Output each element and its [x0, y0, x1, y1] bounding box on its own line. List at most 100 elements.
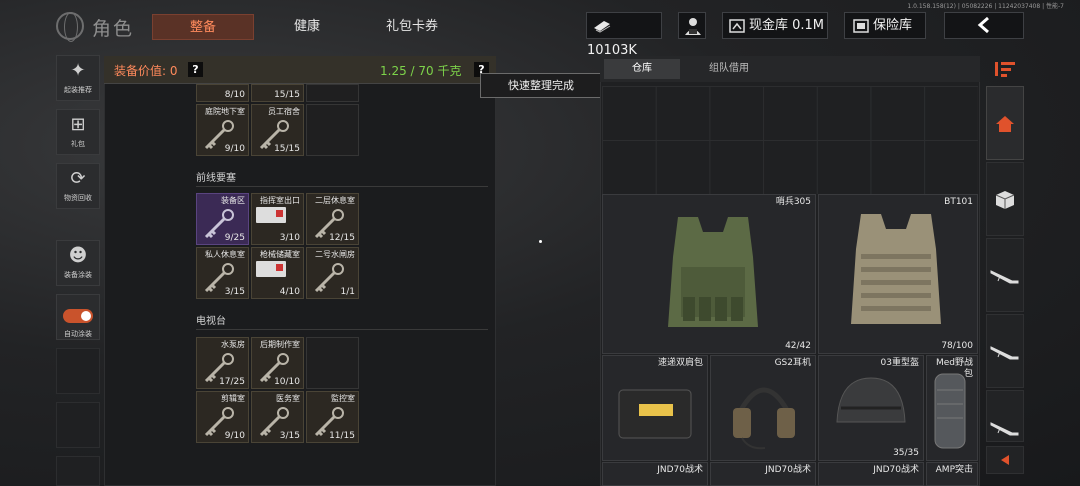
chevron-left-icon — [977, 16, 989, 34]
key-slot[interactable]: 员工宿舍 15/15 — [251, 104, 304, 156]
key-slot[interactable]: 水泵房 17/25 — [196, 337, 249, 389]
headset-icon — [733, 387, 795, 450]
key-slot[interactable]: 監控室 11/15 — [306, 391, 359, 443]
helmet-icon — [836, 377, 906, 423]
key-count: 17/25 — [219, 377, 245, 387]
key-slot[interactable]: 二层休息室 12/15 — [306, 193, 359, 245]
key-count: 10/10 — [274, 377, 300, 387]
safe-label: 保险库 — [873, 18, 913, 33]
key-count: 3/10 — [279, 233, 300, 243]
key-slot[interactable]: 装备区 9/25 — [196, 193, 249, 245]
gift-button[interactable]: ⊞ 礼包 — [56, 109, 100, 155]
rifle-icon — [990, 422, 1019, 436]
tab-warehouse[interactable]: 仓库 — [604, 59, 680, 79]
weapon-item[interactable]: JND70战术 — [710, 462, 816, 486]
key-slot[interactable]: 8/10 — [196, 84, 249, 102]
nav-weapon[interactable] — [986, 390, 1024, 442]
item-name: JND70战术 — [657, 465, 703, 475]
arrow-left-icon — [1001, 455, 1009, 465]
home-icon — [996, 116, 1014, 132]
key-name: 私人休息室 — [205, 250, 245, 259]
safe-icon — [853, 18, 869, 33]
weapon-item[interactable]: AMP突击 — [926, 462, 978, 486]
cash-vault-label: 现金库 0.1M — [749, 18, 825, 33]
key-name: 剪辑室 — [221, 394, 245, 403]
tab-loadout[interactable]: 整备 — [152, 14, 254, 40]
tab-gift-coupons[interactable]: 礼包卡券 — [360, 14, 464, 40]
key-name: 医务室 — [276, 394, 300, 403]
armor-item[interactable]: BT101 78/100 — [818, 194, 978, 354]
med-pouch-icon — [934, 373, 966, 449]
key-count: 9/10 — [224, 431, 245, 441]
item-name: 哨兵305 — [775, 197, 811, 207]
key-name: 后期制作室 — [260, 340, 300, 349]
item-name: JND70战术 — [765, 465, 811, 475]
nav-collapse[interactable] — [986, 446, 1024, 474]
back-button[interactable] — [944, 12, 1024, 39]
key-slot[interactable]: 指挥室出口 3/10 — [251, 193, 304, 245]
recycle-label: 物资回收 — [64, 194, 92, 202]
section-title: 电视台 — [196, 316, 226, 327]
currency-chip[interactable]: 10103K — [586, 12, 662, 58]
key-name: 水泵房 — [221, 340, 245, 349]
version-text: 1.0.158.158(12) | 05082226 | 11242037408… — [907, 3, 1064, 10]
item-name: 03重型盔 — [880, 358, 919, 368]
key-name: 指挥室出口 — [260, 196, 300, 205]
paint-button[interactable]: ☻ 装备涂装 — [56, 240, 100, 286]
item-name: BT101 — [944, 197, 973, 207]
helmet-item[interactable]: 03重型盔 35/35 — [818, 355, 924, 461]
nav-weapon[interactable] — [986, 238, 1024, 312]
page-title: 角色 — [92, 18, 135, 40]
vest-item[interactable]: 哨兵305 42/42 — [602, 194, 816, 354]
weight-label: 1.25 / 70 千克 — [380, 64, 462, 78]
key-slot[interactable]: 私人休息室 3/15 — [196, 247, 249, 299]
warehouse-grid — [602, 86, 978, 194]
help-icon[interactable]: ? — [188, 62, 203, 77]
avatar-button[interactable] — [678, 12, 706, 39]
key-count: 9/25 — [224, 233, 245, 243]
tab-health[interactable]: 健康 — [260, 14, 354, 40]
keycard-icon — [256, 261, 286, 277]
gift-icon: ⊞ — [70, 114, 86, 135]
auto-paint-toggle[interactable]: 自动涂装 — [56, 294, 100, 340]
safe-button[interactable]: 保险库 — [844, 12, 926, 39]
sort-button[interactable] — [986, 56, 1024, 82]
key-slot[interactable]: 庭院地下室 9/10 — [196, 104, 249, 156]
paint-icon: ☻ — [68, 245, 88, 266]
key-slot[interactable]: 15/15 — [251, 84, 304, 102]
keycard-icon — [256, 207, 286, 223]
key-name: 枪械储藏室 — [260, 250, 300, 259]
backpack-item[interactable]: 速递双肩包 — [602, 355, 708, 461]
rifle-icon — [990, 346, 1019, 360]
key-name: 员工宿舍 — [268, 107, 300, 116]
tab-team-borrow[interactable]: 组队借用 — [684, 59, 774, 79]
weapon-item[interactable]: JND70战术 — [602, 462, 708, 486]
paint-label: 装备涂装 — [64, 271, 92, 279]
vest-icon — [668, 217, 758, 327]
nav-weapon[interactable] — [986, 314, 1024, 388]
key-slot[interactable]: 医务室 3/15 — [251, 391, 304, 443]
sort-icon — [995, 62, 1015, 77]
equip-value-label: 装备价值: 0 — [114, 64, 178, 78]
key-count: 9/10 — [224, 144, 245, 154]
nav-box[interactable] — [986, 162, 1024, 236]
top-bar: 角色 整备 健康 礼包卡券 1.0.158.158(12) | 05082226… — [0, 0, 1080, 58]
key-slot[interactable]: 剪辑室 9/10 — [196, 391, 249, 443]
key-slot[interactable]: 后期制作室 10/10 — [251, 337, 304, 389]
key-slot[interactable]: 枪械储藏室 4/10 — [251, 247, 304, 299]
cash-vault-button[interactable]: 现金库 0.1M — [722, 12, 828, 39]
loadout-recommend-label: 起装推荐 — [64, 86, 92, 94]
nav-home[interactable] — [986, 86, 1024, 160]
key-count: 15/15 — [274, 90, 300, 100]
weapon-item[interactable]: JND70战术 — [818, 462, 924, 486]
key-slot[interactable]: 二号水闸房 1/1 — [306, 247, 359, 299]
recycle-button[interactable]: ⟳ 物资回收 — [56, 163, 100, 209]
item-name: 速递双肩包 — [657, 358, 703, 368]
item-name: JND70战术 — [873, 465, 919, 475]
key-count: 11/15 — [329, 431, 355, 441]
loadout-recommend-button[interactable]: ✦ 起装推荐 — [56, 55, 100, 101]
key-count: 8/10 — [224, 90, 245, 100]
medbag-item[interactable]: Med野战包 — [926, 355, 978, 461]
key-name: 二层休息室 — [315, 196, 355, 205]
headset-item[interactable]: GS2耳机 — [710, 355, 816, 461]
